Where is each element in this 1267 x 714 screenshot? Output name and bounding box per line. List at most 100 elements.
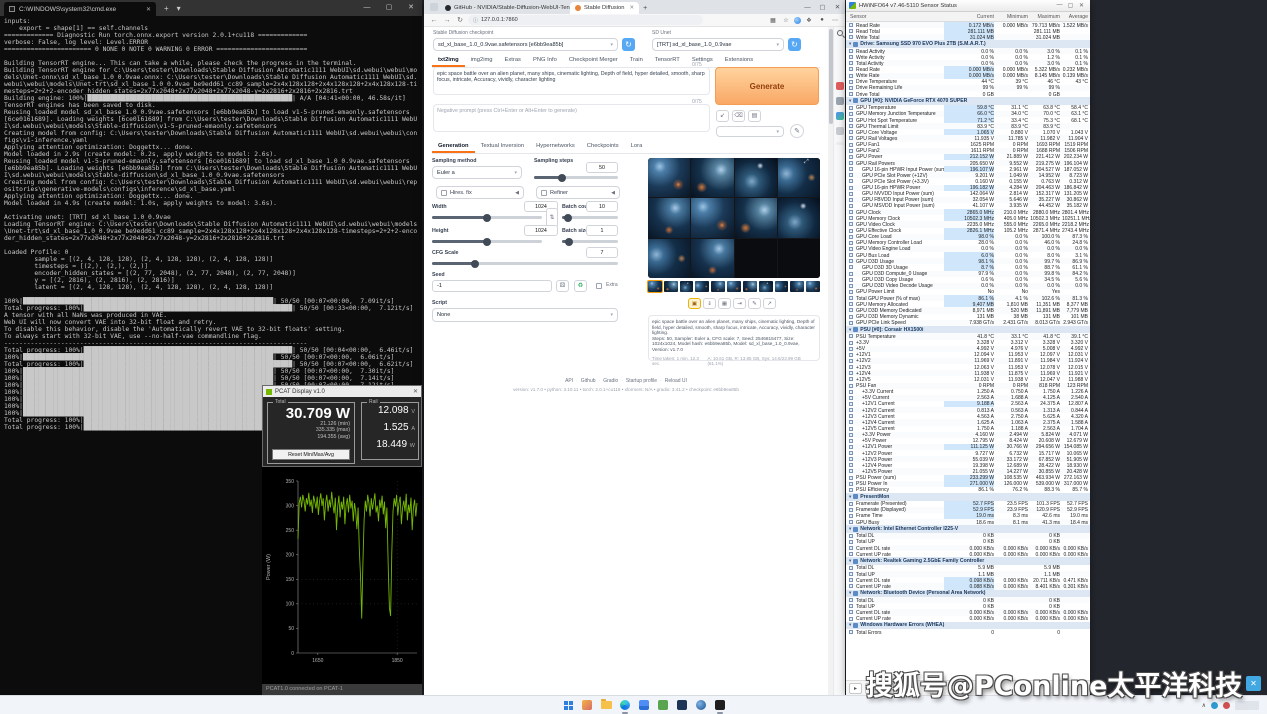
terminal-app-icon[interactable]: [712, 697, 728, 713]
height-value[interactable]: 1024: [524, 225, 558, 236]
gallery-thumbnail[interactable]: [775, 281, 789, 292]
pcat-title-bar[interactable]: PCAT Display v1.0 ✕: [263, 386, 421, 397]
scrollbar-thumb[interactable]: [829, 29, 833, 124]
subtab-hypernetworks[interactable]: Hypernetworks: [530, 140, 581, 153]
tray-app-icon-red[interactable]: [1223, 702, 1230, 709]
batch-count-value[interactable]: 10: [586, 201, 618, 212]
save-zip-button[interactable]: ▦: [718, 298, 731, 309]
batch-size-slider[interactable]: [562, 240, 618, 243]
gallery-image[interactable]: [778, 158, 820, 197]
sensor-column-headers[interactable]: SensorCurrentMinimumMaximumAverage: [846, 12, 1090, 22]
sidebar-tools-icon[interactable]: [836, 97, 844, 105]
gallery-thumbnail[interactable]: [743, 281, 757, 292]
sidebar-search-icon[interactable]: [837, 30, 843, 36]
edge-browser-icon[interactable]: [617, 697, 633, 713]
hires-fix-toggle[interactable]: Hires. fix ◀: [436, 186, 524, 199]
copilot-icon[interactable]: [794, 17, 801, 24]
hwinfo-play-button[interactable]: ▸: [849, 683, 862, 694]
refresh-unet-button[interactable]: ↻: [788, 38, 801, 51]
sidebar-collapse-icon[interactable]: [836, 142, 844, 145]
split-screen-icon[interactable]: ▦: [768, 17, 778, 24]
gallery-image[interactable]: [735, 198, 777, 237]
extensions-icon[interactable]: ❖: [804, 17, 814, 24]
gallery-image[interactable]: [691, 239, 733, 278]
send-to-inpaint-button[interactable]: ✎: [748, 298, 761, 309]
extra-seed-checkbox[interactable]: [596, 283, 602, 289]
widgets-app-icon[interactable]: [579, 697, 595, 713]
column-header-current[interactable]: Current: [977, 14, 994, 20]
new-tab-button[interactable]: +: [643, 5, 647, 12]
extra-networks-button[interactable]: ▤: [748, 110, 761, 122]
random-seed-button[interactable]: ⚄: [556, 280, 569, 292]
column-header-average[interactable]: Average: [1069, 14, 1088, 20]
minimize-button[interactable]: —: [800, 4, 815, 11]
sensor-section-header[interactable]: ▾PSU [#0]: Corsair HX1500i: [846, 326, 1090, 334]
clear-prompt-button[interactable]: ⌫: [732, 110, 745, 122]
subtab-checkpoints[interactable]: Checkpoints: [581, 140, 625, 153]
hwinfo-title-bar[interactable]: HWiNFO64 v7.46-5110 Sensor Status — ▢ ✕: [846, 0, 1090, 12]
maximize-button[interactable]: ▢: [1065, 2, 1076, 9]
browser-tab-github[interactable]: GitHub - NVIDIA/Stable-Diffusion-WebUI-T…: [440, 2, 570, 14]
sensor-section-header[interactable]: ▾GPU [#0]: NVIDIA GeForce RTX 4070 SUPER: [846, 97, 1090, 105]
address-bar[interactable]: ⓘ 127.0.0.1:7860: [468, 15, 703, 25]
save-image-button[interactable]: ⇓: [703, 298, 716, 309]
minimize-button[interactable]: —: [356, 0, 378, 16]
gallery-image[interactable]: [691, 198, 733, 237]
gallery-thumbnail[interactable]: [664, 281, 678, 292]
tab-settings[interactable]: Settings: [686, 54, 719, 67]
sensor-section-header[interactable]: ▾Windows Hardware Errors (WHEA): [846, 622, 1090, 630]
more-menu-icon[interactable]: ⋯: [830, 17, 840, 24]
footer-link-api[interactable]: API: [565, 378, 573, 384]
refiner-toggle[interactable]: Refiner ◀: [536, 186, 620, 199]
gallery-image[interactable]: [648, 239, 690, 278]
sensor-row[interactable]: Total Errors00: [846, 629, 1090, 635]
gallery-thumbnail[interactable]: [727, 281, 741, 292]
tray-app-icon-blue[interactable]: [1211, 702, 1218, 709]
site-info-icon[interactable]: ⓘ: [473, 17, 478, 24]
tab-train[interactable]: Train: [624, 54, 649, 67]
generate-button[interactable]: Generate: [715, 67, 819, 105]
footer-link-startup-profile[interactable]: Startup profile: [626, 378, 657, 384]
refiner-checkbox[interactable]: [541, 190, 547, 196]
column-header-minimum[interactable]: Minimum: [1007, 14, 1028, 20]
sensor-section-header[interactable]: ▾Network: Realtek Gaming 2.5GbE Family C…: [846, 557, 1090, 565]
gallery-image[interactable]: [648, 198, 690, 237]
gallery-thumbnail[interactable]: [790, 281, 804, 292]
hires-checkbox[interactable]: [441, 190, 447, 196]
subtab-textual-inversion[interactable]: Textual Inversion: [475, 140, 531, 153]
close-button[interactable]: ✕: [1076, 2, 1087, 9]
gallery-image[interactable]: [735, 158, 777, 197]
close-button[interactable]: ✕: [830, 3, 845, 11]
send-to-extras-button[interactable]: ↗: [763, 298, 776, 309]
minimize-button[interactable]: —: [1054, 2, 1065, 9]
file-explorer-icon[interactable]: [598, 697, 614, 713]
sampling-method-dropdown[interactable]: Euler a▾: [432, 166, 522, 179]
sampling-steps-value[interactable]: 50: [586, 162, 618, 173]
batch-count-slider[interactable]: [562, 216, 618, 219]
cfg-scale-value[interactable]: 7: [586, 247, 618, 258]
close-tab-icon[interactable]: ✕: [630, 5, 635, 11]
sensor-row[interactable]: GPU Busy18.6 ms8.1 ms41.3 ms18.4 ms: [846, 519, 1090, 525]
gallery-thumbnail[interactable]: [680, 281, 694, 292]
gallery-image[interactable]: [648, 158, 690, 197]
sidebar-office-icon[interactable]: [836, 127, 844, 135]
subtab-generation[interactable]: Generation: [432, 140, 475, 153]
prompt-textarea[interactable]: epic space battle over an alien planet, …: [433, 67, 710, 95]
new-tab-button[interactable]: +: [164, 4, 169, 13]
tab-img2img[interactable]: img2img: [465, 54, 499, 67]
tab-png-info[interactable]: PNG Info: [527, 54, 563, 67]
start-button[interactable]: [560, 697, 576, 713]
sensor-row[interactable]: Write Total31.024 MB31.024 MB: [846, 34, 1090, 40]
sensor-row[interactable]: GPU PCIe Link Speed7.938 GT/s2.431 GT/s8…: [846, 320, 1090, 326]
dev-app-icon[interactable]: [674, 697, 690, 713]
gallery-image[interactable]: [691, 158, 733, 197]
send-to-img2img-button[interactable]: ⇥: [733, 298, 746, 309]
gallery-thumbnail[interactable]: [648, 281, 662, 292]
gallery-thumbnail[interactable]: [695, 281, 709, 292]
subtab-lora[interactable]: Lora: [625, 140, 649, 153]
script-dropdown[interactable]: None▾: [432, 308, 618, 322]
sidebar-shopping-icon[interactable]: [836, 82, 844, 90]
edit-styles-button[interactable]: ✎: [790, 124, 804, 138]
gallery-thumbnail[interactable]: [806, 281, 820, 292]
pcat-close-icon[interactable]: ✕: [413, 388, 418, 395]
